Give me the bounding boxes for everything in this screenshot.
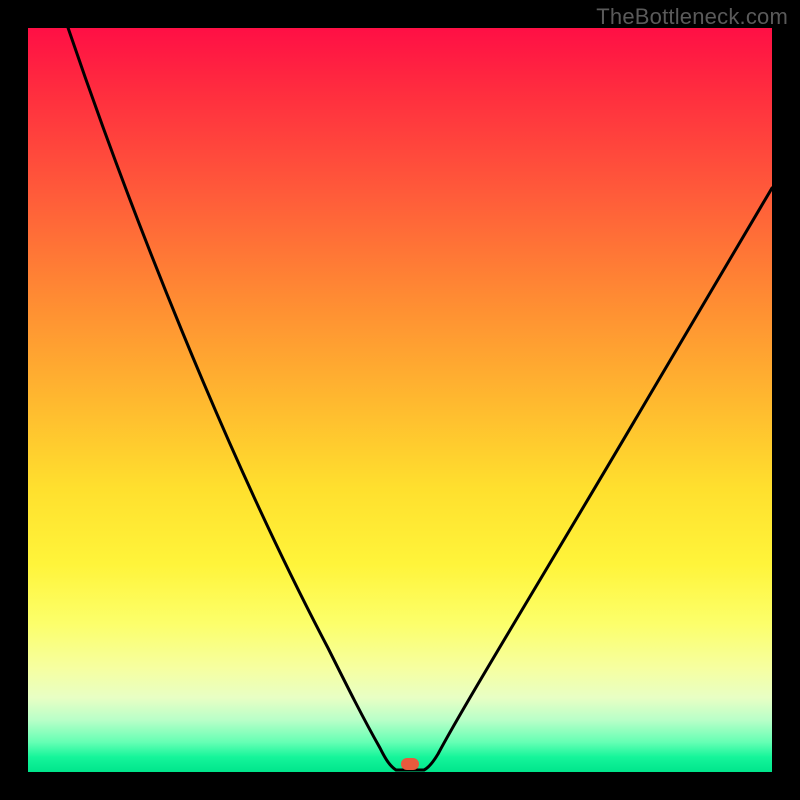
optimum-marker <box>401 758 419 770</box>
bottleneck-curve <box>28 28 772 772</box>
chart-frame: TheBottleneck.com <box>0 0 800 800</box>
curve-path <box>58 28 772 770</box>
plot-area <box>28 28 772 772</box>
watermark-text: TheBottleneck.com <box>596 4 788 30</box>
